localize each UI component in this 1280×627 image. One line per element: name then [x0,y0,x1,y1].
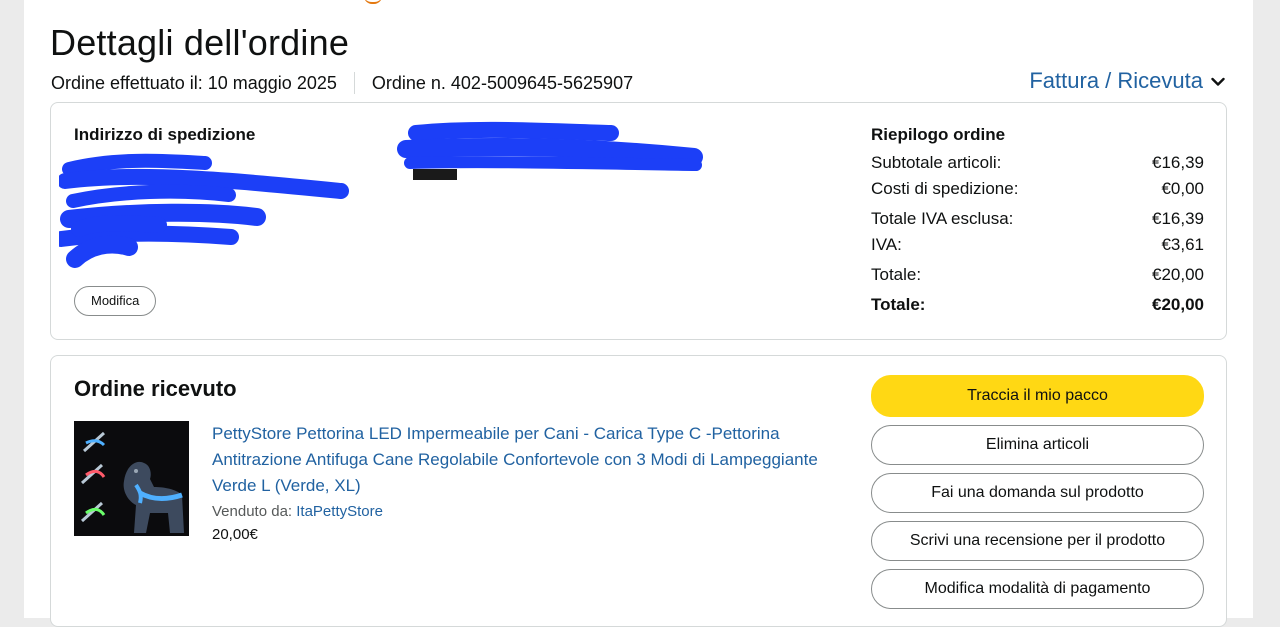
summary-label: Subtotale articoli: [871,153,1002,172]
summary-label: Totale: [871,265,922,284]
delete-items-button[interactable]: Elimina articoli [871,425,1204,465]
dog-harness-illustration [74,421,189,536]
meta-divider [353,72,355,94]
summary-row-subtotal: Subtotale articoli: €16,39 [871,153,1204,179]
product-image[interactable] [74,421,189,536]
modify-address-button[interactable]: Modifica [74,286,157,316]
summary-row-total-excl-vat: Totale IVA esclusa: €16,39 [871,209,1204,235]
summary-row-grand-total: Totale: €20,00 [871,295,1204,325]
product-price: 20,00€ [212,526,258,543]
order-number: Ordine n. 402-5009645-5625907 [371,72,634,93]
invoice-link-label: Fattura / Ricevuta [1029,68,1203,93]
summary-label: Costi di spedizione: [871,179,1019,198]
order-actions: Traccia il mio pacco Elimina articoli Fa… [871,375,1204,617]
sold-by: Venduto da: ItaPettyStore [212,503,832,520]
order-status-title: Ordine ricevuto [74,376,237,401]
summary-value: €20,00 [1152,295,1204,314]
page-title: Dettagli dell'ordine [50,22,350,63]
seller-link[interactable]: ItaPettyStore [296,503,383,520]
order-item-card: Ordine ricevuto PettyStore Pettorina LED… [50,355,1227,627]
summary-row-vat: IVA: €3,61 [871,235,1204,265]
order-details-page: Dettagli dell'ordine Ordine effettuato i… [24,0,1253,627]
change-payment-button[interactable]: Modifica modalità di pagamento [871,569,1204,609]
shipping-address-title: Indirizzo di spedizione [74,125,256,144]
order-info-card: Indirizzo di spedizione Modifica Riepilo… [50,102,1227,340]
product-info: PettyStore Pettorina LED Impermeabile pe… [212,421,832,543]
redacted-payment-method [397,121,703,180]
order-summary: Riepilogo ordine Subtotale articoli: €16… [871,125,1204,325]
ask-question-button[interactable]: Fai una domanda sul prodotto [871,473,1204,513]
summary-row-shipping: Costi di spedizione: €0,00 [871,179,1204,209]
order-summary-title: Riepilogo ordine [871,125,1006,144]
summary-value: €0,00 [1161,179,1204,198]
order-meta: Ordine effettuato il: 10 maggio 2025 Ord… [51,72,633,94]
order-date: Ordine effettuato il: 10 maggio 2025 [51,72,337,93]
summary-label: Totale: [871,295,926,314]
summary-row-total: Totale: €20,00 [871,265,1204,295]
redacted-shipping-address [59,153,349,268]
top-edge-fragment [364,0,382,4]
summary-value: €3,61 [1161,235,1204,254]
summary-label: IVA: [871,235,902,254]
sold-by-label: Venduto da: [212,503,293,520]
write-review-button[interactable]: Scrivi una recensione per il prodotto [871,521,1204,561]
product-title-link[interactable]: PettyStore Pettorina LED Impermeabile pe… [212,421,832,499]
summary-label: Totale IVA esclusa: [871,209,1014,228]
summary-value: €16,39 [1152,153,1204,172]
track-package-button[interactable]: Traccia il mio pacco [871,375,1204,417]
summary-value: €16,39 [1152,209,1204,228]
invoice-link[interactable]: Fattura / Ricevuta [1029,68,1225,94]
chevron-down-icon [1211,77,1225,86]
summary-value: €20,00 [1152,265,1204,284]
